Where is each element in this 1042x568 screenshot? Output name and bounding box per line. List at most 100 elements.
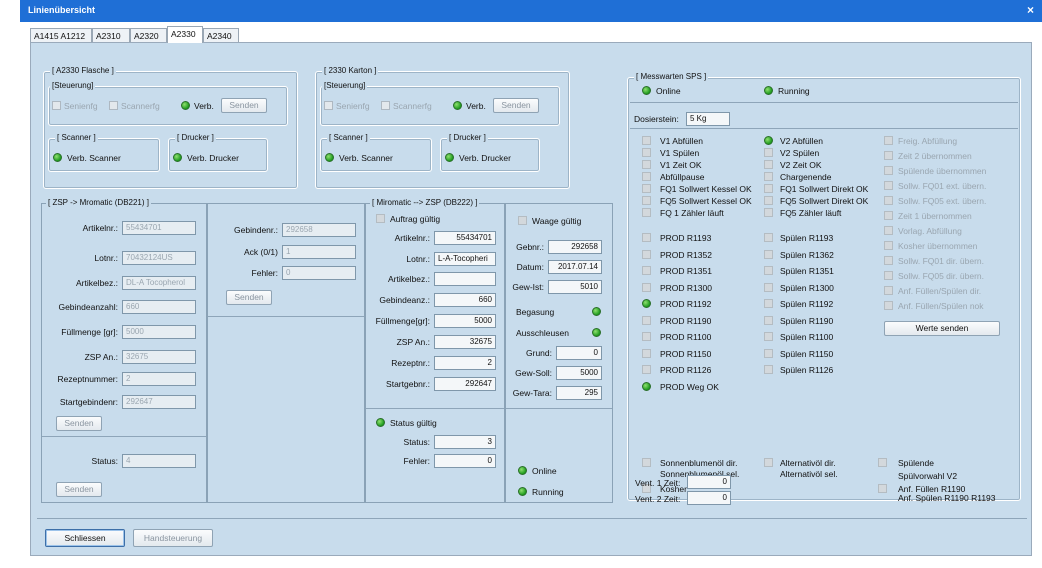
verb-label: Verb.	[194, 101, 214, 111]
sps-running-label: Running	[778, 86, 810, 96]
handsteuerung-button[interactable]: Handsteuerung	[133, 529, 213, 547]
flasche-senden-button[interactable]: Senden	[221, 98, 267, 113]
vent2-field[interactable]: 0	[687, 491, 731, 505]
waage-gueltig-label: Waage gültig	[532, 216, 582, 226]
gew-soll-field[interactable]: 5000	[556, 366, 602, 380]
gew-tara-field[interactable]: 295	[556, 386, 602, 400]
spuelen-indicator	[764, 332, 773, 341]
lotnr-label: Lotnr.:	[406, 254, 430, 264]
lotnr-field[interactable]: 70432124US	[122, 251, 196, 265]
prod-indicator	[642, 332, 651, 341]
zsp-an-label: ZSP An.:	[84, 352, 118, 362]
scanner-led	[325, 153, 334, 162]
werte-senden-button[interactable]: Werte senden	[884, 321, 1000, 336]
drucker-led	[445, 153, 454, 162]
ack-label: Ack (0/1)	[243, 247, 278, 257]
auftrag-checkbox[interactable]	[376, 214, 385, 223]
artikelnr-label: Artikelnr.:	[394, 233, 430, 243]
alt-dir-label: Alternativöl dir.	[780, 458, 836, 468]
scannerfg-checkbox[interactable]	[109, 101, 118, 110]
tab-a1415[interactable]: A1415 A1212	[30, 28, 92, 42]
karton-senden-button[interactable]: Senden	[493, 98, 539, 113]
gebindenr-label: Gebindenr.:	[234, 225, 278, 235]
zsp-senden-button[interactable]: Senden	[56, 416, 102, 431]
verb-label: Verb.	[466, 101, 486, 111]
flasche-steuerung-group: [Steuerung] Senienfg Scannerfg Verb. Sen…	[48, 81, 288, 126]
begasung-label: Begasung	[516, 307, 555, 317]
status-label: V1 Zeit OK	[660, 160, 702, 170]
status-label: FQ5 Sollwert Direkt OK	[780, 196, 869, 206]
tab-a2330[interactable]: A2330	[167, 26, 203, 43]
startgebinde-label: Startgebindenr:	[59, 397, 118, 407]
rezeptnummer-field[interactable]: 2	[122, 372, 196, 386]
status-label: FQ1 Sollwert Kessel OK	[660, 184, 752, 194]
prod-indicator	[642, 365, 651, 374]
dosierstein-field[interactable]: 5 Kg	[686, 112, 730, 126]
divider	[366, 408, 504, 409]
artikelbez-field[interactable]	[434, 272, 496, 286]
artikelbez-label: Artikelbez.:	[75, 278, 118, 288]
status-indicator	[884, 136, 893, 145]
prod-label: PROD R1352	[660, 249, 712, 260]
sps-online-label: Online	[656, 86, 681, 96]
lotnr-field[interactable]: L-A-Tocopheri	[434, 252, 496, 266]
scanner-title: [ Scanner ]	[327, 133, 370, 142]
artikelnr-field[interactable]: 55434701	[122, 221, 196, 235]
artikelnr-label: Artikelnr.:	[82, 223, 118, 233]
status-label: V2 Zeit OK	[780, 160, 822, 170]
karton-scanner-group: [ Scanner ] Verb. Scanner	[320, 133, 432, 172]
fuellmenge-field[interactable]: 5000	[434, 314, 496, 328]
fehler-field[interactable]: 0	[282, 266, 356, 280]
spuelen-label: Spülen R1193	[780, 233, 834, 243]
waage-checkbox[interactable]	[518, 216, 527, 225]
scannerfg-checkbox[interactable]	[381, 101, 390, 110]
gebnr-field[interactable]: 292658	[548, 240, 602, 254]
vent1-field[interactable]: 0	[687, 475, 731, 489]
prod-led	[642, 299, 651, 308]
status-label: Status:	[91, 456, 118, 466]
alt-sel-label: Alternativöl sel.	[780, 469, 838, 479]
artikelnr-field[interactable]: 55434701	[434, 231, 496, 245]
gebindeanzahl-field[interactable]: 660	[122, 300, 196, 314]
prod-label: PROD R1351	[660, 266, 712, 276]
online-label: Online	[532, 466, 557, 476]
status-indicator	[642, 160, 651, 169]
startgebnr-field[interactable]: 292647	[434, 377, 496, 391]
gew-ist-field[interactable]: 5010	[548, 280, 602, 294]
spuelvorwahl-label: Spülvorwahl V2	[898, 471, 958, 481]
tab-a2310[interactable]: A2310	[92, 28, 130, 42]
status-indicator	[764, 208, 773, 217]
status-label: Zeit 1 übernommen	[898, 211, 972, 221]
status-indicator	[642, 172, 651, 181]
prod-label: PROD R1300	[660, 282, 712, 293]
fuellmenge-field[interactable]: 5000	[122, 325, 196, 339]
fehler-field[interactable]: 0	[434, 454, 496, 468]
gebindenr-field[interactable]: 292658	[282, 223, 356, 237]
zsp-an-field[interactable]: 32675	[122, 350, 196, 364]
senienfg-checkbox[interactable]	[324, 101, 333, 110]
startgebinde-field[interactable]: 292647	[122, 395, 196, 409]
zsp-status-senden-button[interactable]: Senden	[56, 482, 102, 497]
waage-panel: Waage gültig Gebnr.: 292658 Datum: 2017.…	[505, 203, 613, 503]
rezeptnr-field[interactable]: 2	[434, 356, 496, 370]
datum-field[interactable]: 2017.07.14	[548, 260, 602, 274]
close-icon[interactable]: ×	[1027, 3, 1034, 17]
prod-label: PROD R1192	[660, 299, 712, 309]
gebinde-senden-button[interactable]: Senden	[226, 290, 272, 305]
grund-field[interactable]: 0	[556, 346, 602, 360]
senienfg-checkbox[interactable]	[52, 101, 61, 110]
vent2-label: Vent. 2 Zeit:	[635, 494, 681, 504]
schliessen-button[interactable]: Schliessen	[45, 529, 125, 547]
status-gueltig-led	[376, 418, 385, 427]
ack-field[interactable]: 1	[282, 245, 356, 259]
spuelen-label: Spülen R1300	[780, 282, 834, 293]
artikelbez-field[interactable]: DL-A Tocopherol	[122, 276, 196, 290]
gew-soll-label: Gew-Soll:	[515, 368, 552, 378]
gebindeanz-field[interactable]: 660	[434, 293, 496, 307]
steuerung-title: [Steuerung]	[322, 81, 368, 90]
zsp-an-field[interactable]: 32675	[434, 335, 496, 349]
tab-a2320[interactable]: A2320	[130, 28, 167, 42]
status-field[interactable]: 4	[122, 454, 196, 468]
status-field[interactable]: 3	[434, 435, 496, 449]
tab-a2340[interactable]: A2340	[203, 28, 239, 42]
